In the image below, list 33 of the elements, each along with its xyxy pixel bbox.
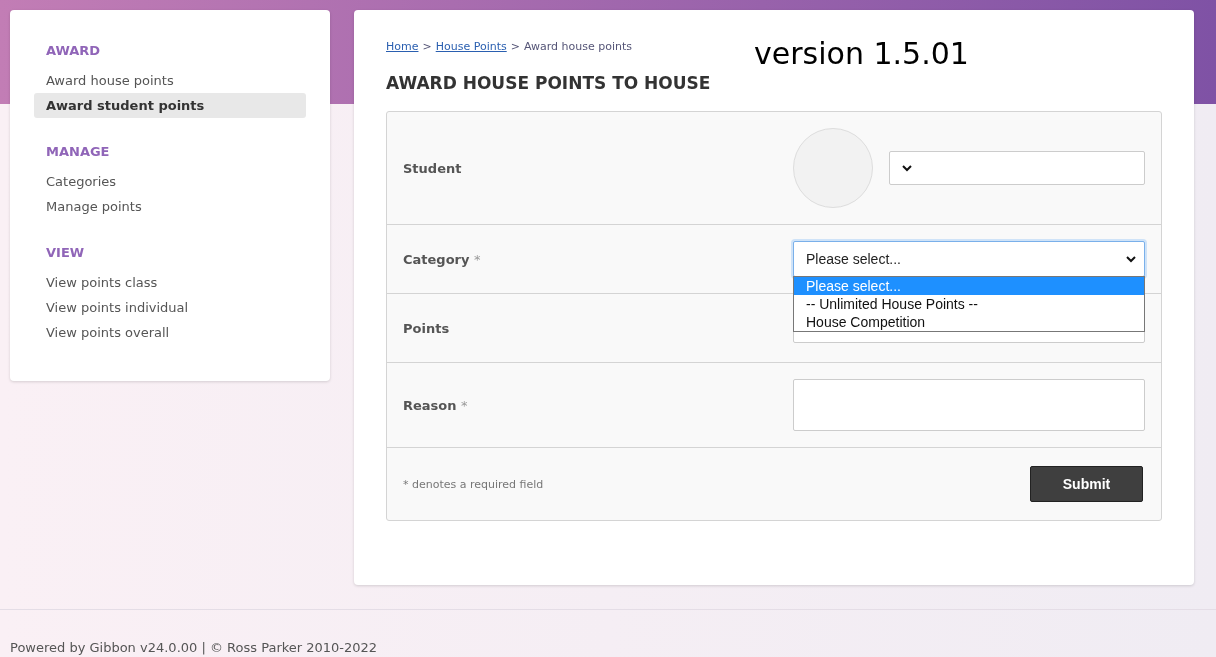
field-label: Student	[403, 160, 462, 176]
sidebar-item[interactable]: View points overall	[34, 320, 306, 345]
reason-field[interactable]	[793, 379, 1145, 431]
sidebar-item[interactable]: View points individual	[34, 295, 306, 320]
breadcrumb-current: Award house points	[523, 40, 632, 53]
field-label: Points	[403, 320, 450, 336]
version-label: version 1.5.01	[754, 36, 969, 71]
breadcrumb-separator: >	[422, 40, 432, 53]
sidebar-item[interactable]: Award house points	[34, 68, 306, 93]
category-select[interactable]: Please select...	[793, 241, 1145, 277]
sidebar-item[interactable]: View points class	[34, 270, 306, 295]
chevron-down-icon	[1126, 255, 1136, 263]
required-note: * denotes a required field	[403, 477, 544, 491]
page-title: AWARD HOUSE POINTS TO HOUSE	[386, 73, 712, 93]
sidebar-item[interactable]: Categories	[34, 169, 306, 194]
breadcrumb-link[interactable]: Home	[386, 40, 419, 53]
chevron-down-icon	[902, 164, 912, 172]
breadcrumb-link[interactable]: House Points	[435, 40, 507, 53]
student-select[interactable]	[889, 151, 1145, 185]
field-label: Reason	[403, 397, 457, 413]
sidebar-item[interactable]: Manage points	[34, 194, 306, 219]
field-label: Category	[403, 251, 470, 267]
required-mark: *	[461, 397, 468, 413]
section-heading: AWARD	[46, 43, 102, 58]
dropdown-option[interactable]: -- Unlimited House Points --	[794, 295, 1144, 313]
dropdown-option[interactable]: House Competition	[794, 313, 1144, 331]
submit-button[interactable]: Submit	[1030, 466, 1143, 502]
section-heading: MANAGE	[46, 144, 111, 159]
section-heading: VIEW	[46, 245, 86, 260]
required-mark: *	[474, 251, 481, 267]
footer-text: Powered by Gibbon v24.0.00 | © Ross Parker 2010-2022	[10, 640, 378, 655]
breadcrumb-separator: >	[510, 40, 520, 53]
sidebar-item[interactable]: Award student points	[34, 93, 306, 118]
